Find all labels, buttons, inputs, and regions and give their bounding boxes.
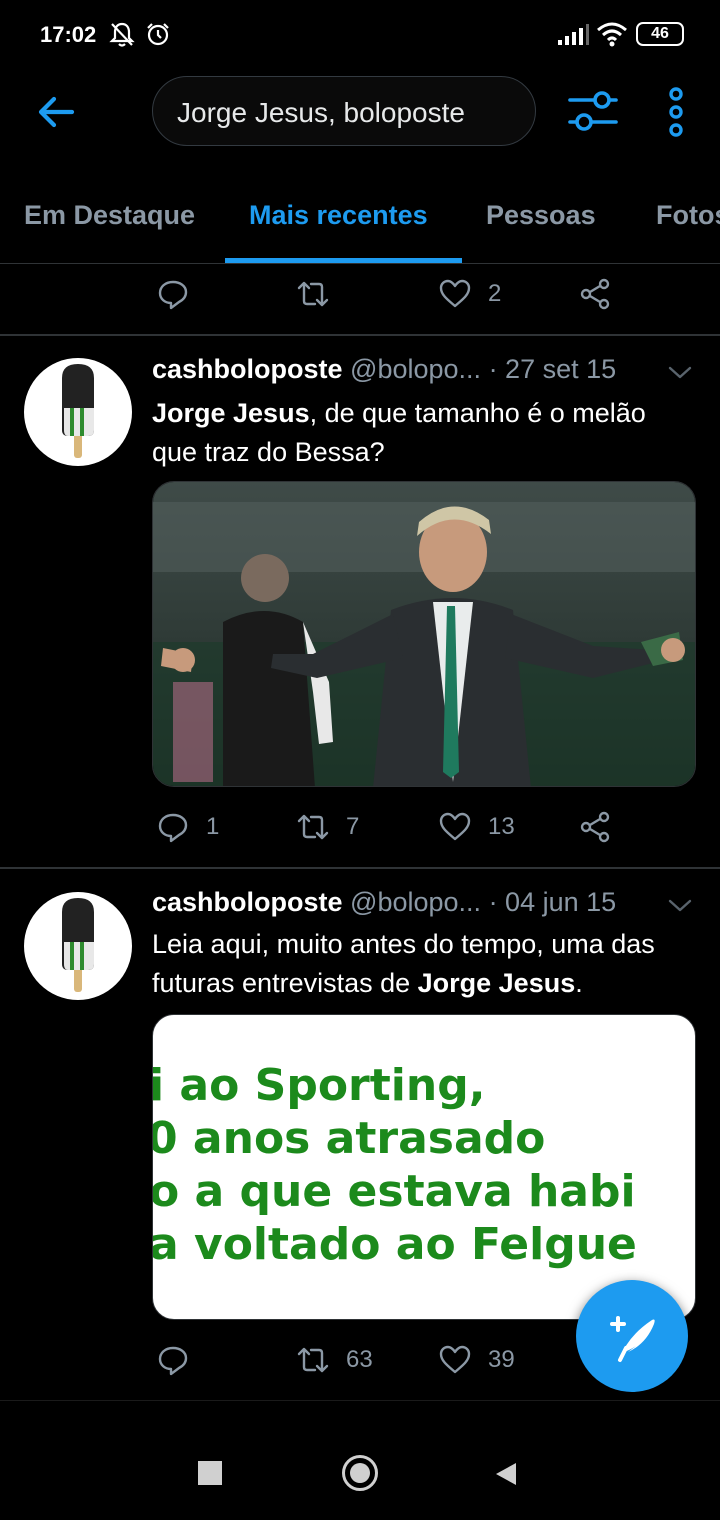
- reply-button[interactable]: 1: [156, 797, 219, 857]
- share-icon: [580, 278, 610, 310]
- heart-icon: [439, 279, 471, 308]
- notifications-off-icon: [109, 22, 135, 47]
- retweet-icon: [297, 814, 329, 840]
- like-count: 39: [488, 1346, 515, 1373]
- tweet-actions: 1 7 13: [0, 797, 720, 857]
- tab-pessoas[interactable]: Pessoas: [486, 200, 596, 231]
- filter-icon[interactable]: [566, 86, 620, 136]
- avatar[interactable]: [24, 892, 132, 1000]
- signal-icon: [558, 24, 589, 45]
- share-button[interactable]: [578, 797, 612, 857]
- share-icon: [580, 811, 610, 843]
- tab-mais-recentes[interactable]: Mais recentes: [249, 200, 428, 231]
- reply-icon: [158, 1346, 188, 1376]
- image-text-line: a voltado ao Felgue: [152, 1219, 637, 1270]
- highlight-term: Jorge Jesus: [152, 398, 310, 428]
- avatar[interactable]: [24, 358, 132, 466]
- like-count: 13: [488, 813, 515, 840]
- active-tab-indicator: [225, 258, 462, 263]
- home-inner-dot: [350, 1463, 370, 1483]
- tweet-text: Jorge Jesus, de que tamanho é o melão qu…: [152, 394, 692, 472]
- popsicle-avatar-icon: [62, 364, 94, 458]
- author-handle: @bolopo...: [350, 354, 482, 384]
- like-button[interactable]: 13: [438, 797, 515, 857]
- image-text-lines: i ao Sporting, 0 anos atrasado o a que e…: [152, 1059, 695, 1271]
- battery-icon: 46: [636, 22, 684, 46]
- home-circle-icon[interactable]: [342, 1455, 378, 1491]
- retweet-count: 63: [346, 1346, 373, 1373]
- retweet-button[interactable]: [296, 264, 330, 324]
- tweet-header: cashboloposte @bolopo... · 27 set 15: [152, 354, 696, 394]
- back-triangle-icon[interactable]: [494, 1461, 518, 1487]
- reply-icon: [158, 813, 188, 843]
- alarm-icon: [147, 23, 169, 46]
- recents-square-icon[interactable]: [198, 1461, 222, 1485]
- chevron-down-icon[interactable]: [666, 358, 694, 386]
- battery-level: 46: [651, 25, 669, 42]
- image-text-line: 0 anos atrasado: [152, 1113, 546, 1164]
- reply-button[interactable]: [156, 1330, 190, 1390]
- author-name[interactable]: cashboloposte: [152, 354, 343, 384]
- retweet-icon: [297, 281, 329, 307]
- reply-count: 1: [206, 813, 220, 840]
- divider: [0, 334, 720, 336]
- like-button[interactable]: 2: [438, 264, 501, 324]
- wifi-icon: [597, 22, 627, 47]
- retweet-count: 7: [346, 813, 360, 840]
- author-handle: @bolopo...: [350, 887, 482, 917]
- heart-icon: [439, 812, 471, 841]
- popsicle-avatar-icon: [62, 898, 94, 992]
- status-time: 17:02: [40, 22, 97, 47]
- chevron-down-icon[interactable]: [666, 891, 694, 919]
- search-query: Jorge Jesus, boloposte: [177, 97, 465, 128]
- search-input[interactable]: Jorge Jesus, boloposte: [152, 76, 536, 146]
- back-arrow-icon[interactable]: [32, 88, 80, 136]
- more-vertical-icon[interactable]: [660, 86, 692, 138]
- like-count: 2: [488, 280, 502, 307]
- system-navigation-bar: [0, 1400, 720, 1520]
- image-text-line: i ao Sporting,: [152, 1060, 486, 1111]
- reply-button[interactable]: [156, 264, 190, 324]
- status-bar: 17:02 46: [0, 0, 720, 70]
- compose-tweet-icon: [610, 1316, 655, 1362]
- tweet-photo[interactable]: [152, 481, 696, 787]
- highlight-term: Jorge Jesus: [417, 968, 576, 998]
- like-button[interactable]: 39: [438, 1330, 515, 1390]
- heart-icon: [439, 1345, 471, 1374]
- divider: [0, 867, 720, 869]
- retweet-button[interactable]: 7: [296, 797, 359, 857]
- tweet-header: cashboloposte @bolopo... · 04 jun 15: [152, 887, 696, 927]
- tab-em-destaque[interactable]: Em Destaque: [24, 200, 195, 231]
- compose-tweet-button[interactable]: [576, 1280, 688, 1392]
- image-text-line: o a que estava habi: [152, 1166, 636, 1217]
- tweet-text-post: .: [575, 968, 583, 998]
- search-tabs: Em Destaque Mais recentes Pessoas Fotos: [0, 180, 720, 264]
- tweet-date: · 27 set 15: [488, 354, 617, 384]
- retweet-icon: [297, 1347, 329, 1373]
- share-button[interactable]: [578, 264, 612, 324]
- coach-photo: [153, 482, 695, 786]
- tweet-text: Leia aqui, muito antes do tempo, uma das…: [152, 925, 692, 1003]
- tab-fotos[interactable]: Fotos: [656, 200, 720, 231]
- reply-icon: [158, 280, 188, 310]
- tweet-image[interactable]: i ao Sporting, 0 anos atrasado o a que e…: [152, 1014, 696, 1320]
- author-name[interactable]: cashboloposte: [152, 887, 343, 917]
- retweet-button[interactable]: 63: [296, 1330, 373, 1390]
- tweet-actions-previous: 2: [0, 264, 720, 324]
- tweet-date: · 04 jun 15: [488, 887, 617, 917]
